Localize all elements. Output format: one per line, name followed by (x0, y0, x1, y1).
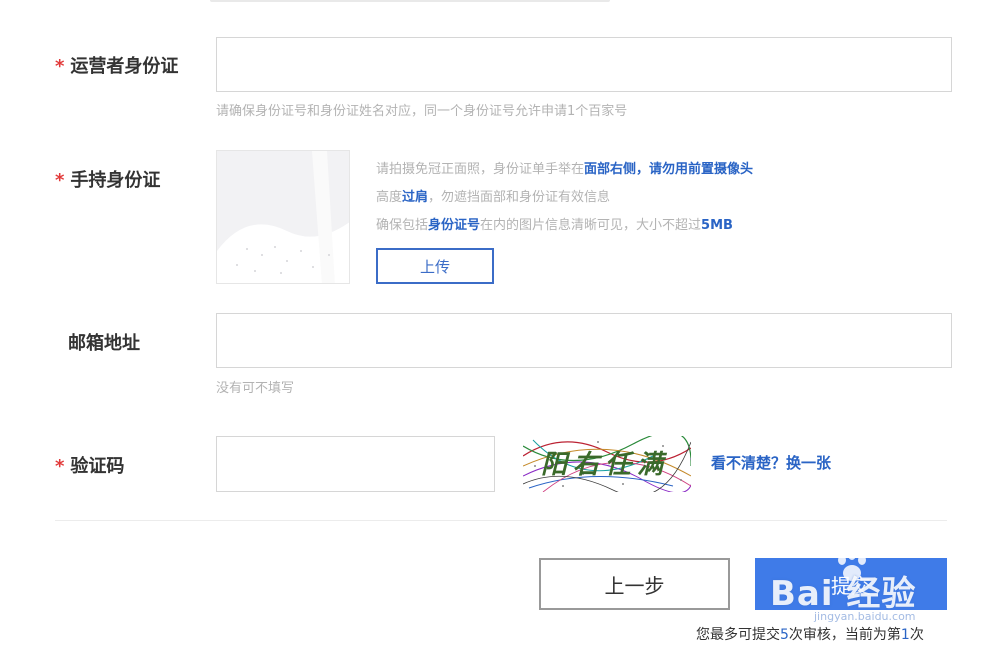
photo-tip-3-mid: 在内的图片信息清晰可见，大小不超过 (480, 218, 702, 233)
photo-tip-1-pre: 请拍摄免冠正面照，身份证单手举在 (376, 162, 585, 177)
required-mark: * (55, 456, 65, 477)
previous-step-button[interactable]: 上一步 (539, 558, 730, 610)
operator-id-input[interactable] (216, 37, 952, 92)
handheld-id-label-text: 手持身份证 (70, 170, 161, 191)
upload-button[interactable]: 上传 (376, 248, 494, 284)
required-mark: * (55, 170, 65, 191)
captcha-input[interactable] (216, 436, 495, 492)
photo-tip-1-mid: ， (636, 162, 650, 177)
photo-tip-2-pre: 高度 (376, 190, 403, 205)
operator-id-label-text: 运营者身份证 (70, 56, 179, 77)
captcha-label-text: 验证码 (70, 456, 125, 477)
captcha-refresh-link[interactable]: 看不清楚？换一张 (711, 452, 831, 473)
photo-placeholder-icon (217, 151, 349, 283)
submit-current-count: 1 (900, 627, 910, 643)
form-divider (55, 520, 947, 521)
photo-tip-2-highlight: 过肩 (402, 190, 429, 205)
captcha-image[interactable]: 阳右任满 (523, 436, 691, 492)
submit-note-pre: 您最多可提交 (696, 627, 780, 643)
watermark-url: jingyan.baidu.com (814, 610, 916, 623)
photo-tip-3-highlight-a: 身份证号 (428, 218, 481, 233)
captcha-text: 阳右任满 (541, 450, 670, 480)
photo-tip-1: 请拍摄免冠正面照，身份证单手举在面部右侧，请勿用前置摄像头 (376, 158, 753, 177)
photo-tip-3: 确保包括身份证号在内的图片信息清晰可见，大小不超过5MB (376, 214, 733, 233)
email-input[interactable] (216, 313, 952, 368)
cropped-previous-field (210, 0, 610, 2)
photo-tip-1-highlight-b: 请勿用前置摄像头 (649, 162, 754, 177)
handheld-id-label: * 手持身份证 (55, 166, 160, 192)
photo-tip-1-highlight-a: 面部右侧 (584, 162, 637, 177)
captcha-label: * 验证码 (55, 452, 124, 478)
photo-tip-3-pre: 确保包括 (376, 218, 429, 233)
operator-id-hint: 请确保身份证号和身份证姓名对应，同一个身份证号允许申请1个百家号 (216, 104, 628, 119)
photo-tip-2-post: ，勿遮挡面部和身份证有效信息 (428, 190, 611, 205)
photo-tip-2: 高度过肩，勿遮挡面部和身份证有效信息 (376, 186, 610, 205)
handheld-id-photo-preview[interactable] (216, 150, 350, 284)
submit-button[interactable]: 提交 (755, 558, 947, 610)
email-hint: 没有可不填写 (216, 381, 295, 396)
form-page: * 运营者身份证 请确保身份证号和身份证姓名对应，同一个身份证号允许申请1个百家号… (0, 0, 1000, 656)
submit-max-count: 5 (780, 627, 789, 643)
required-mark: * (55, 56, 65, 77)
operator-id-label: * 运营者身份证 (55, 52, 178, 78)
email-label: 邮箱地址 (68, 333, 140, 354)
submit-count-note: 您最多可提交5次审核，当前为第1次 (696, 624, 924, 644)
submit-note-post: 次 (909, 627, 924, 643)
submit-note-mid: 次审核，当前为第 (788, 627, 901, 643)
photo-tip-3-highlight-b: 5MB (701, 218, 733, 233)
